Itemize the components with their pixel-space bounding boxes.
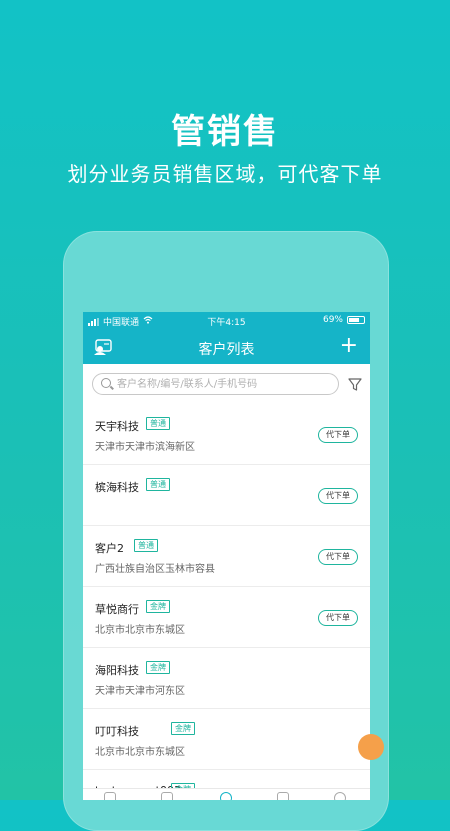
level-badge: 金牌: [146, 661, 170, 674]
order-for-customer-button[interactable]: 代下单: [318, 488, 358, 504]
customer-name: 草悦商行: [95, 603, 139, 616]
tab-bar: [83, 788, 370, 800]
list-item[interactable]: 天宇科技 普通 天津市天津市滨海新区 代下单: [83, 404, 370, 465]
battery-percent: 69%: [322, 315, 343, 325]
customer-address: 北京市北京市东城区: [95, 625, 185, 636]
level-badge: 普通: [134, 539, 158, 552]
customer-name: 海阳科技: [95, 664, 139, 677]
customer-list: 天宇科技 普通 天津市天津市滨海新区 代下单 槟海科技 普通 代下单 客户2 普…: [83, 404, 370, 800]
search-row: [83, 364, 370, 404]
battery-fill: [349, 318, 359, 322]
search-input[interactable]: [117, 376, 332, 392]
orders-tab-icon[interactable]: [161, 792, 173, 800]
phone-screen: 中国联通 下午4:15 69% 客户列表 + 天宇科技 普通 天津市天: [83, 312, 370, 800]
list-item[interactable]: 客户2 普通 广西壮族自治区玉林市容县 代下单: [83, 526, 370, 587]
customer-address: 天津市天津市滨海新区: [95, 442, 195, 453]
home-tab-icon[interactable]: [104, 792, 116, 800]
page-title: 客户列表: [198, 342, 255, 358]
nav-bar: 客户列表 +: [83, 330, 370, 364]
list-item[interactable]: 槟海科技 普通 代下单: [83, 465, 370, 526]
more-tab-icon[interactable]: [334, 792, 346, 800]
level-badge: 金牌: [146, 600, 170, 613]
customer-address: 北京市北京市东城区: [95, 747, 185, 758]
customer-name: 叮叮科技: [95, 725, 139, 738]
customer-name: 客户2: [95, 542, 124, 555]
customer-name: 天宇科技: [95, 420, 139, 433]
status-right: 69%: [323, 315, 365, 325]
customer-address: 天津市天津市河东区: [95, 686, 185, 697]
order-for-customer-button[interactable]: 代下单: [318, 610, 358, 626]
list-item[interactable]: 海阳科技 金牌 天津市天津市河东区: [83, 648, 370, 709]
search-icon: [101, 378, 111, 388]
customer-name: 槟海科技: [95, 481, 139, 494]
search-box[interactable]: [92, 373, 339, 395]
status-bar: 中国联通 下午4:15 69%: [83, 312, 370, 330]
order-for-customer-button[interactable]: 代下单: [318, 427, 358, 443]
level-badge: 金牌: [171, 722, 195, 735]
battery-icon: [347, 316, 365, 324]
promo-subtitle: 划分业务员销售区域，可代客下单: [67, 162, 383, 186]
level-badge: 普通: [146, 478, 170, 491]
cart-tab-icon[interactable]: [277, 792, 289, 800]
filter-icon[interactable]: [348, 377, 362, 391]
level-badge: 普通: [146, 417, 170, 430]
promo-title: 管销售: [171, 112, 279, 152]
floating-action-button[interactable]: [358, 734, 384, 760]
list-item[interactable]: 叮叮科技 金牌 北京市北京市东城区: [83, 709, 370, 770]
customers-tab-icon[interactable]: [220, 792, 232, 800]
order-for-customer-button[interactable]: 代下单: [318, 549, 358, 565]
customer-address: 广西壮族自治区玉林市容县: [95, 564, 215, 575]
add-customer-button[interactable]: +: [340, 335, 358, 357]
list-item[interactable]: 草悦商行 金牌 北京市北京市东城区 代下单: [83, 587, 370, 648]
